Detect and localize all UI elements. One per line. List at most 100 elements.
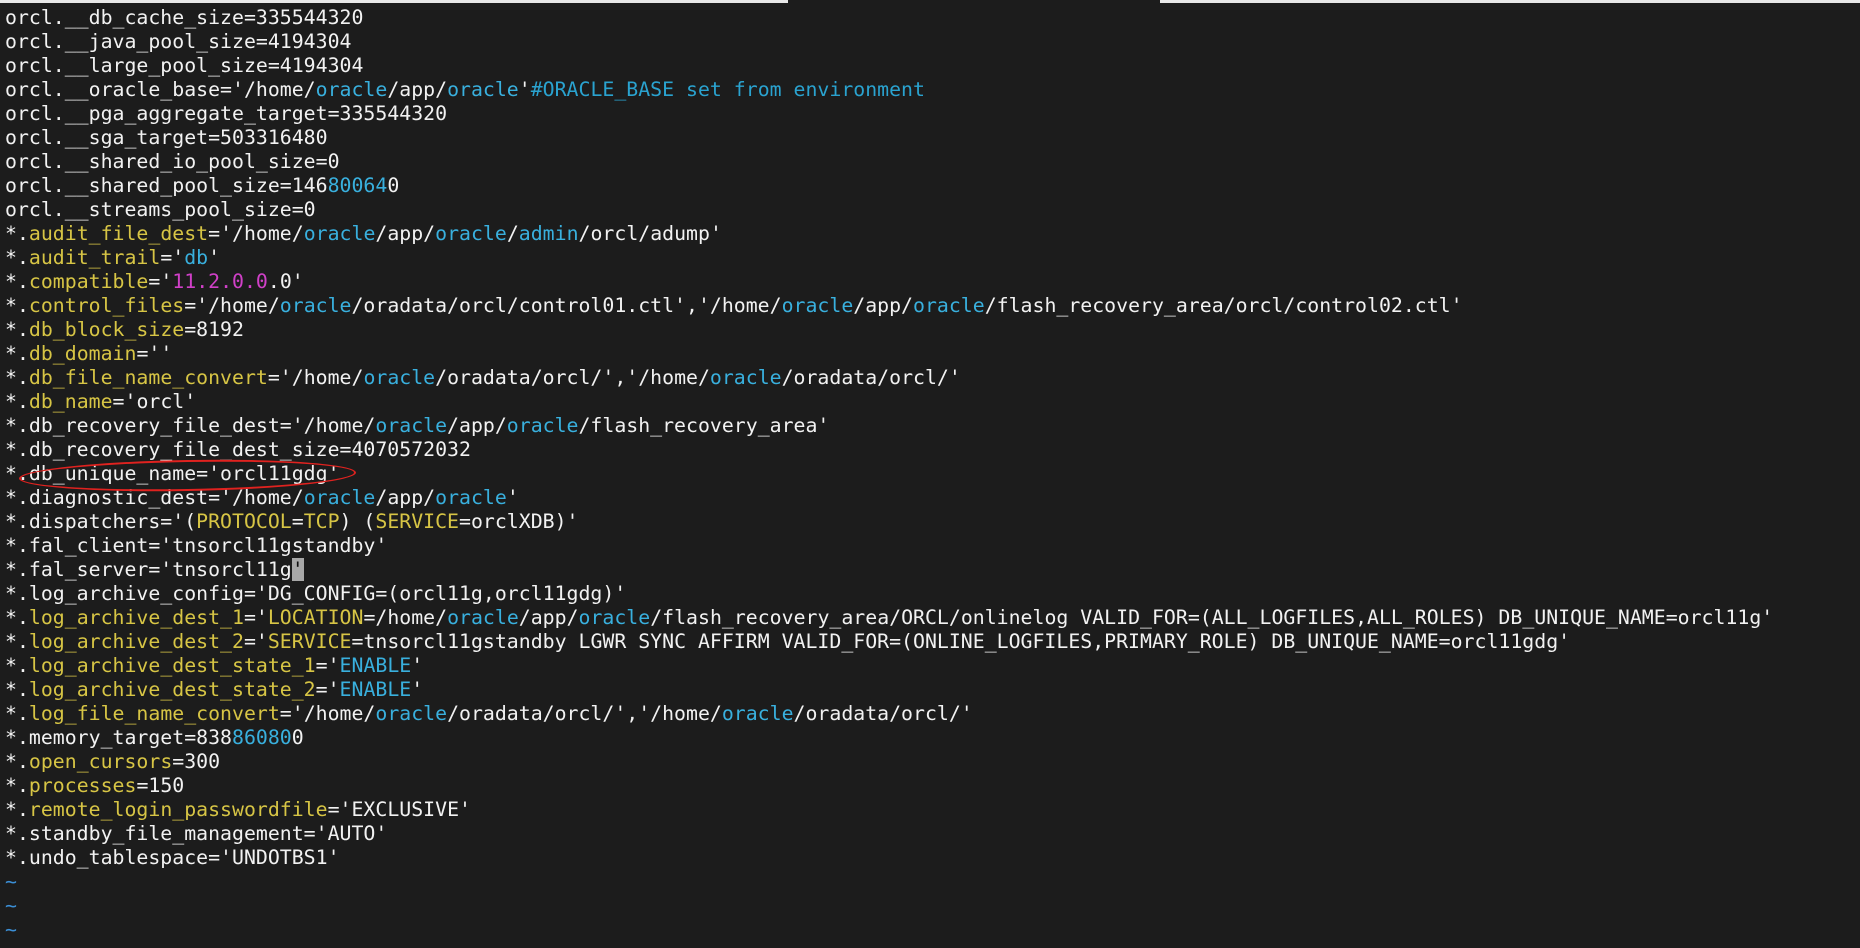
code-token: ='/home/ [267,366,364,389]
editor-line[interactable]: *.db_recovery_file_dest='/home/oracle/ap… [0,414,1773,438]
code-token: /orcl/adump' [578,222,722,245]
code-token: db_block_size [28,318,185,341]
code-token: *. [5,654,29,677]
code-token: =' [315,678,340,701]
code-token: oracle [709,366,782,389]
code-token: LOCATION [267,606,364,629]
code-token: *.standby_file_management='AUTO' [5,822,388,845]
editor-line[interactable]: *.audit_file_dest='/home/oracle/app/orac… [0,222,1773,246]
editor-line[interactable]: *.open_cursors=300 [0,750,1773,774]
editor-line[interactable]: *.fal_server='tnsorcl11g' [0,558,1773,582]
editor-line[interactable]: orcl.__large_pool_size=4194304 [0,54,1773,78]
editor-line[interactable]: *.db_file_name_convert='/home/oracle/ora… [0,366,1773,390]
editor-line[interactable]: *.log_archive_dest_1='LOCATION=/home/ora… [0,606,1773,630]
editor-line[interactable]: orcl.__java_pool_size=4194304 [0,30,1773,54]
code-token: =/home/ [363,606,448,629]
code-token: oracle [578,606,651,629]
code-token: /oradata/orcl/' [781,366,961,389]
editor-line[interactable]: *.standby_file_management='AUTO' [0,822,1773,846]
editor-line[interactable]: *.compatible='11.2.0.0.0' [0,270,1773,294]
editor-line[interactable]: *.audit_trail='db' [0,246,1773,270]
editor-line[interactable]: *.fal_client='tnsorcl11gstandby' [0,534,1773,558]
code-token: ='orcl' [112,390,197,413]
code-token: *. [5,678,29,701]
editor-line[interactable]: *.log_archive_dest_2='SERVICE=tnsorcl11g… [0,630,1773,654]
code-token: *.fal_server='tnsorcl11g [5,558,292,581]
editor-line[interactable]: *.processes=150 [0,774,1773,798]
code-token: db_file_name_convert [28,366,268,389]
code-token: orcl.__shared_pool_size=146 [5,174,328,197]
editor-line[interactable]: *.db_unique_name='orcl11gdg' [0,462,1773,486]
code-token: *.undo_tablespace='UNDOTBS1' [5,846,340,869]
code-token: =' [243,606,268,629]
code-token: control_files [28,294,185,317]
editor-line[interactable]: *.undo_tablespace='UNDOTBS1' [0,846,1773,870]
code-token: =' [148,270,173,293]
code-token: SERVICE [375,510,460,533]
editor-line[interactable]: orcl.__sga_target=503316480 [0,126,1773,150]
editor-line[interactable]: orcl.__streams_pool_size=0 [0,198,1773,222]
code-token: ='EXCLUSIVE' [327,798,471,821]
code-token: 80064 [327,174,388,197]
code-token: =' [315,654,340,677]
code-token: *. [5,390,29,413]
vim-editor-buffer[interactable]: orcl.__db_cache_size=335544320 orcl.__jav… [0,6,1773,942]
code-token: *. [5,774,29,797]
window-top-edge-right [1160,0,1860,3]
code-token: processes [28,774,137,797]
code-token: *. [5,606,29,629]
editor-line[interactable]: *.db_name='orcl' [0,390,1773,414]
code-token: #ORACLE_BASE set from environment [530,78,925,101]
editor-line[interactable]: *.memory_target=838860800 [0,726,1773,750]
code-token: =' [160,246,185,269]
code-token: oracle [721,702,794,725]
code-token: *. [5,798,29,821]
code-token: ' [518,78,531,101]
editor-line[interactable]: *.log_archive_dest_state_1='ENABLE' [0,654,1773,678]
editor-line[interactable]: *.db_recovery_file_dest_size=4070572032 [0,438,1773,462]
code-token: log_file_name_convert [28,702,280,725]
code-token: log_archive_dest_1 [28,606,244,629]
code-token: orcl.__oracle_base='/home/ [5,78,316,101]
code-token: /app/ [375,486,436,509]
editor-line[interactable]: orcl.__shared_pool_size=146800640 [0,174,1773,198]
code-token: *. [5,270,29,293]
code-token: *. [5,750,29,773]
code-token: ='' [136,342,173,365]
editor-line[interactable]: *.log_archive_config='DG_CONFIG=(orcl11g… [0,582,1773,606]
code-token: admin [518,222,579,245]
editor-line[interactable]: *.db_domain='' [0,342,1773,366]
code-token: oracle [375,414,448,437]
code-token: *.db_recovery_file_dest_size=4070572032 [5,438,471,461]
code-token: / [506,222,519,245]
code-token: orcl.__pga_aggregate_target=335544320 [5,102,448,125]
code-token: audit_trail [28,246,161,269]
code-token: =' [243,630,268,653]
editor-line[interactable]: *.log_archive_dest_state_2='ENABLE' [0,678,1773,702]
terminal-window: orcl.__db_cache_size=335544320 orcl.__jav… [0,0,1860,948]
code-token: PROTOCOL [196,510,292,533]
editor-line[interactable]: orcl.__oracle_base='/home/oracle/app/ora… [0,78,1773,102]
editor-line[interactable]: *.dispatchers='(PROTOCOL=TCP) (SERVICE=o… [0,510,1773,534]
code-token: orcl.__large_pool_size=4194304 [5,54,364,77]
code-token: *. [5,630,29,653]
code-token: =tnsorcl11gstandby LGWR SYNC AFFIRM VALI… [351,630,1571,653]
editor-line[interactable]: *.db_block_size=8192 [0,318,1773,342]
code-token: ' [506,486,519,509]
editor-line[interactable]: *.log_file_name_convert='/home/oracle/or… [0,702,1773,726]
editor-line[interactable]: orcl.__pga_aggregate_target=335544320 [0,102,1773,126]
code-token: *. [5,318,29,341]
empty-line-tilde: ~ [5,894,17,917]
empty-line-tilde: ~ [5,918,17,941]
editor-line[interactable]: *.remote_login_passwordfile='EXCLUSIVE' [0,798,1773,822]
code-token: oracle [781,294,854,317]
code-token: *. [5,342,29,365]
editor-line[interactable]: *.diagnostic_dest='/home/oracle/app/orac… [0,486,1773,510]
editor-line[interactable]: *.control_files='/home/oracle/oradata/or… [0,294,1773,318]
window-top-edge-left [0,0,788,3]
code-token: oracle [315,78,388,101]
editor-line[interactable]: orcl.__shared_io_pool_size=0 [0,150,1773,174]
code-token: orcl.__java_pool_size=4194304 [5,30,352,53]
code-token: oracle [506,414,579,437]
editor-line[interactable]: orcl.__db_cache_size=335544320 [0,6,1773,30]
